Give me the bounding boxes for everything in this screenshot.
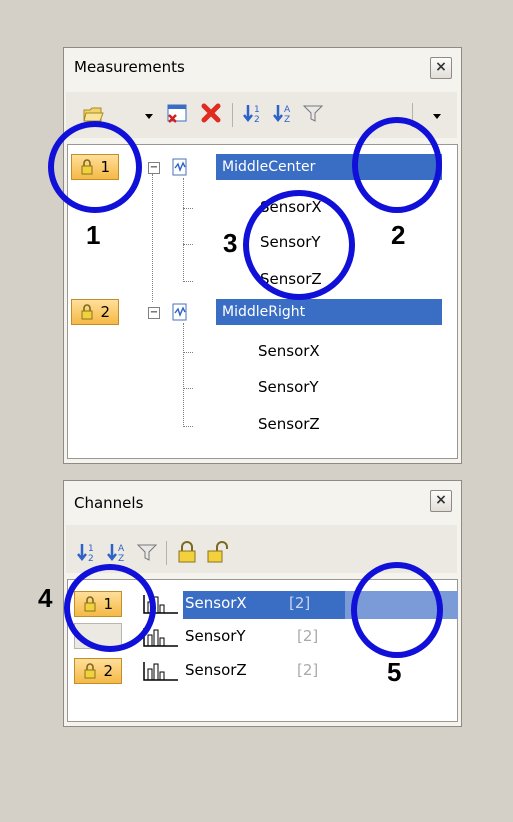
tree-connector: [152, 174, 153, 302]
channel-count: [2]: [297, 661, 319, 679]
lock-badge[interactable]: 2: [74, 658, 122, 684]
lock-badge[interactable]: 2: [71, 299, 119, 325]
tree-connector: [183, 178, 184, 282]
collapse-toggle[interactable]: −: [148, 162, 160, 174]
svg-text:2: 2: [254, 115, 260, 124]
annotation-circle-1: [48, 121, 142, 213]
annotation-circle-2: [352, 117, 442, 213]
dropdown-arrow-icon[interactable]: [144, 104, 154, 126]
annotation-circle-3: [243, 190, 355, 300]
channels-title: Channels: [74, 494, 144, 512]
tree-connector: [183, 281, 193, 282]
unlock-icon[interactable]: [206, 541, 228, 563]
annotation-circle-4: [64, 564, 156, 652]
overflow-dropdown-icon[interactable]: [432, 104, 442, 126]
callout-label-2: 2: [391, 220, 406, 250]
tree-connector: [183, 323, 184, 427]
tree-connector: [183, 244, 193, 245]
lock-icon: [84, 663, 96, 679]
channel-name-sensory[interactable]: SensorY: [185, 627, 246, 645]
channel-count: [2]: [289, 594, 311, 612]
svg-text:Z: Z: [284, 115, 290, 124]
svg-text:1: 1: [88, 544, 94, 554]
channel-name-sensorx[interactable]: SensorX: [185, 594, 247, 612]
channels-close-button[interactable]: ×: [430, 490, 452, 512]
lock-icon: [81, 304, 93, 320]
measurements-title: Measurements: [74, 58, 185, 76]
measurements-close-button[interactable]: ×: [430, 57, 452, 79]
toolbar-separator: [166, 541, 167, 565]
channel-chart-icon: [143, 662, 178, 681]
remove-window-icon[interactable]: [166, 102, 188, 124]
sort-ascending-numeric-icon[interactable]: 1 2: [76, 541, 98, 563]
channel-name-sensorz[interactable]: SensorZ: [185, 661, 247, 679]
svg-text:2: 2: [88, 554, 94, 563]
callout-label-4: 4: [38, 583, 53, 613]
tree-connector: [183, 388, 193, 389]
svg-text:1: 1: [254, 105, 260, 115]
tree-child-sensorx[interactable]: SensorX: [258, 342, 320, 360]
sort-ascending-numeric-icon[interactable]: 1 2: [242, 102, 264, 124]
filter-icon[interactable]: [136, 541, 158, 563]
filter-icon[interactable]: [302, 102, 324, 124]
svg-text:Z: Z: [118, 554, 124, 563]
svg-text:A: A: [118, 544, 125, 554]
measurement-icon: [172, 303, 187, 321]
delete-icon[interactable]: [200, 102, 222, 124]
tree-child-sensorz[interactable]: SensorZ: [258, 415, 320, 433]
tree-connector: [183, 208, 193, 209]
lock-number: 2: [103, 662, 113, 680]
lock-icon[interactable]: [176, 541, 198, 563]
channel-count: [2]: [297, 627, 319, 645]
sort-ascending-alpha-icon[interactable]: A Z: [106, 541, 128, 563]
callout-label-5: 5: [387, 657, 402, 687]
tree-connector: [183, 426, 193, 427]
measurement-icon: [172, 158, 187, 176]
toolbar-separator: [232, 103, 233, 127]
annotation-circle-5: [351, 562, 443, 658]
tree-node-middleright[interactable]: MiddleRight: [216, 299, 442, 325]
sort-ascending-alpha-icon[interactable]: A Z: [272, 102, 294, 124]
svg-text:A: A: [284, 105, 291, 115]
callout-label-3: 3: [223, 228, 238, 258]
tree-child-sensory[interactable]: SensorY: [258, 378, 319, 396]
collapse-toggle[interactable]: −: [148, 307, 160, 319]
lock-number: 2: [100, 303, 110, 321]
callout-label-1: 1: [86, 220, 101, 250]
tree-connector: [183, 352, 193, 353]
